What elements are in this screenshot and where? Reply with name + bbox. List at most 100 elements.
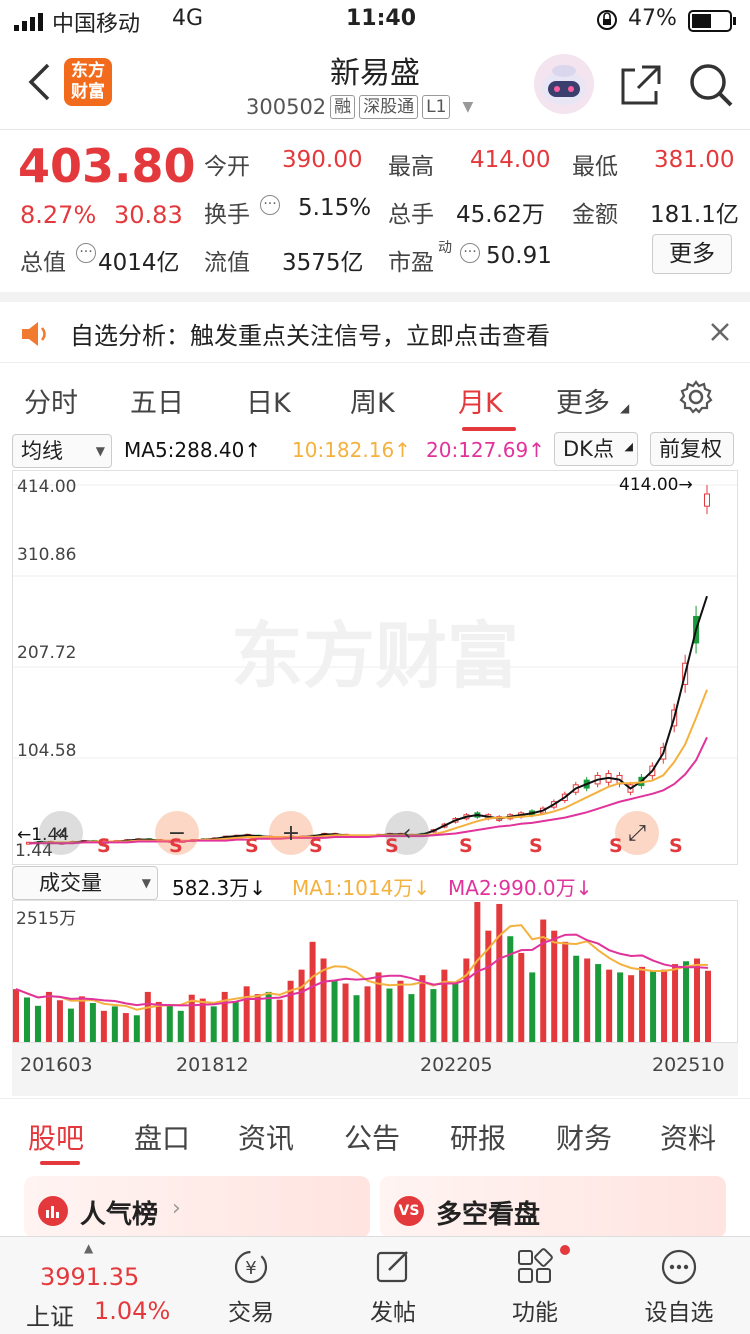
notice-bar[interactable]: 自选分析：触发重点关注信号，立即点击查看 [0,292,750,362]
kline-chart[interactable]: 东方财富 414.00 310.86 207.72 104.58 1.44 41… [12,470,738,865]
high-value: 414.00 [470,147,551,173]
volume-bar [13,989,19,1042]
volume-max-label: 2515万 [16,909,77,929]
pe-label: 市盈 [388,250,434,276]
search-icon[interactable] [688,62,734,112]
tab-research[interactable]: 研报 [450,1117,506,1157]
signal-mark: S [459,835,473,857]
zoom-in-icon[interactable]: + [269,811,313,855]
info-icon[interactable]: ··· [460,243,480,263]
low-value: 381.00 [654,147,735,173]
volume-bar [628,975,635,1042]
tag-margin: 融 [330,95,356,119]
indicator-selector[interactable]: 成交量 ▼ [12,866,158,900]
tab-orderbook[interactable]: 盘口 [134,1117,190,1157]
tab-intraday[interactable]: 分时 [24,381,78,420]
volume-bar [100,1010,107,1042]
notice-text: 自选分析：触发重点关注信号，立即点击查看 [70,322,550,350]
volume-bar [562,941,569,1042]
volume-bar [45,991,52,1042]
index-name[interactable]: 上证 [26,1297,74,1332]
clock: 11:40 [346,6,417,31]
tab-monthly-k[interactable]: 月K [458,381,503,420]
tab-news[interactable]: 资讯 [238,1117,294,1157]
info-icon[interactable]: ··· [260,195,280,215]
float-value: 3575亿 [282,250,364,276]
notification-dot [560,1245,570,1255]
tab-forum[interactable]: 股吧 [28,1117,84,1157]
dock-functions[interactable]: 功能 [460,1245,610,1327]
volume-bar [210,1006,217,1042]
dock-add-watchlist[interactable]: 设自选 [604,1247,750,1327]
volume-ma1-line [15,924,708,1011]
volume-bar [683,961,690,1042]
chart-rank-icon [38,1196,68,1226]
volume-bar [617,972,624,1042]
dock-label: 功能 [512,1300,558,1326]
tab-profile[interactable]: 资料 [660,1117,716,1157]
volume-bar [353,995,360,1042]
bull-bear-card[interactable]: VS 多空看盘 [380,1176,726,1238]
volume-label: 总手 [388,202,434,228]
change-pct: 8.27% [20,201,97,229]
tab-weekly-k[interactable]: 周K [350,381,395,420]
volume-bar [144,991,151,1042]
y-tick-4: 104.58 [17,741,77,761]
pe-value: 50.91 [486,243,552,269]
signal-mark: S [385,835,399,857]
more-button[interactable]: 更多 [652,234,732,274]
x-label-2: 201812 [176,1054,249,1076]
index-value[interactable]: 3991.35 [40,1263,139,1291]
tab-more[interactable]: 更多 [556,381,610,420]
adjust-button[interactable]: 前复权 [650,432,734,466]
volume-bar [67,1008,74,1042]
carrier: 中国移动 [52,12,141,37]
open-label: 今开 [204,154,250,180]
volume-bar [34,1005,41,1042]
tab-five-day[interactable]: 五日 [130,381,184,420]
volume-bar [78,996,85,1042]
share-icon[interactable] [620,64,662,110]
signal-mark: S [529,835,543,857]
volume-bar [419,975,426,1042]
signal-mark: S [97,835,111,857]
tab-daily-k[interactable]: 日K [246,381,291,420]
volume-bar [518,952,525,1042]
volume-current: 582.3万↓ [172,876,267,900]
dk-caret-icon: ◢ [624,440,633,453]
ma10-line [29,689,708,845]
y-tick-3: 207.72 [17,643,77,663]
dk-point-button[interactable]: DK点 ◢ [554,432,638,466]
max-price-label: 414.00→ [619,475,693,495]
ma-selector[interactable]: 均线 ▼ [12,434,112,468]
volume-bar [452,983,459,1042]
scroll-left-fast-icon[interactable]: « [39,811,83,855]
info-icon[interactable]: ··· [76,243,96,263]
tab-financials[interactable]: 财务 [556,1117,612,1157]
volume-bar [232,1001,239,1042]
volume-bar [694,958,701,1042]
ma-selector-label: 均线 [21,439,63,463]
index-up-arrow-icon: ▲ [84,1241,94,1255]
index-change[interactable]: 1.04% [94,1297,170,1325]
volume-svg [12,900,738,1096]
last-price: 403.80 [18,139,196,193]
volume-bar [177,1010,184,1042]
dock-post[interactable]: 发帖 [318,1247,468,1327]
popularity-card[interactable]: 人气榜 › [24,1176,370,1238]
stock-code-row[interactable]: 300502 融 深股通 L1 ▼ [246,95,473,119]
card-label: 多空看盘 [436,1200,541,1230]
tab-announcements[interactable]: 公告 [344,1117,400,1157]
pe-sup: 动 [438,240,452,256]
kline-svg: 东方财富 [13,484,737,845]
signal-mark: S [669,835,683,857]
dock-trade[interactable]: ¥ 交易 [176,1247,326,1327]
tag-level: L1 [422,95,451,119]
volume-chart[interactable]: 2515万 201603 201812 202205 202510 [12,900,738,1096]
settings-gear-icon[interactable] [678,379,714,419]
volume-bar [265,991,272,1042]
volume-bar [56,1000,63,1042]
robot-avatar-icon[interactable] [534,54,594,114]
close-icon[interactable] [710,322,730,346]
volume-bar [529,972,536,1042]
